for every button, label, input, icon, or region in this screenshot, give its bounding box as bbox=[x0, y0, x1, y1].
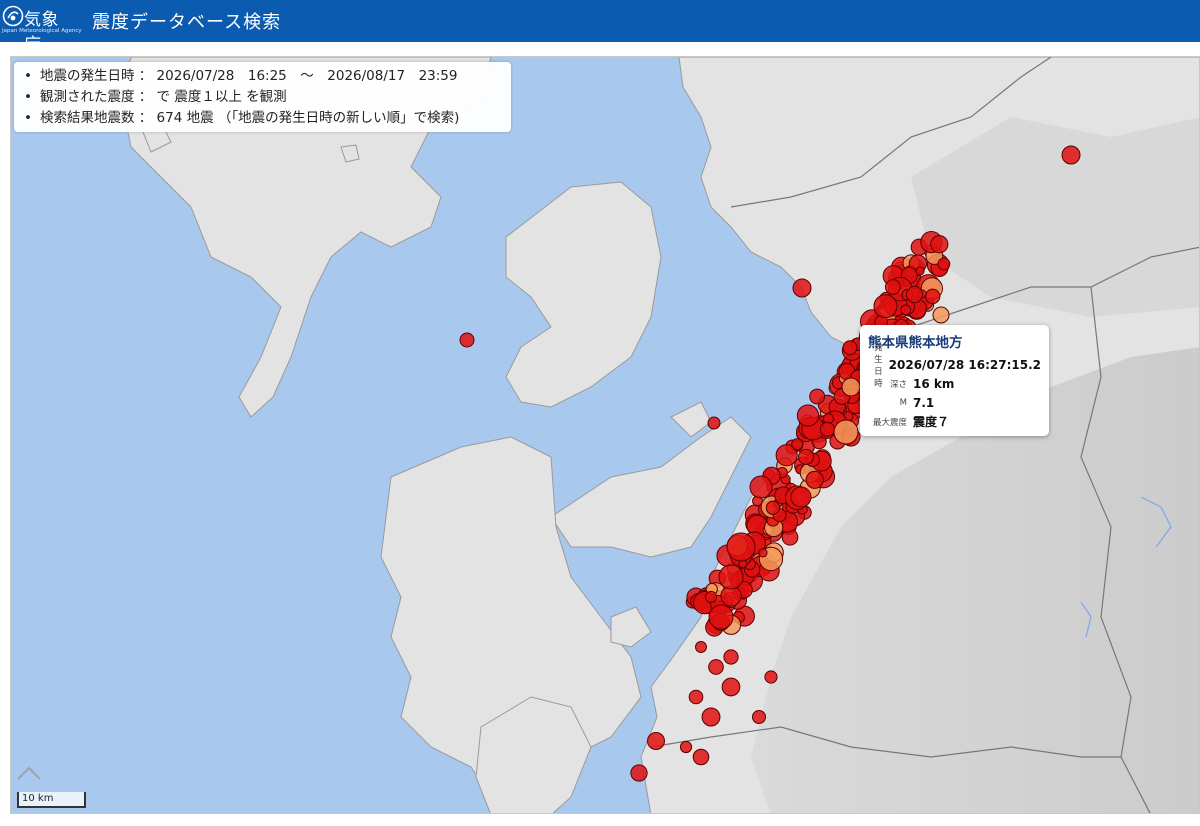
quake-marker[interactable] bbox=[758, 548, 768, 558]
jma-logo-icon bbox=[2, 5, 24, 27]
quake-marker[interactable] bbox=[791, 438, 804, 451]
logo-subtext: Japan Meteorological Agency bbox=[2, 28, 82, 34]
quake-marker[interactable] bbox=[842, 340, 858, 356]
quake-marker[interactable] bbox=[932, 306, 950, 324]
quake-marker[interactable] bbox=[930, 235, 949, 254]
app-header: 気象庁 Japan Meteorological Agency 震度データベース… bbox=[0, 0, 1200, 55]
quake-marker[interactable] bbox=[900, 304, 912, 316]
quake-marker[interactable] bbox=[915, 266, 925, 276]
quake-marker[interactable] bbox=[765, 500, 781, 515]
info-result-count: 検索結果地震数 ： 674 地震 （「地震の発生日時の新しい順」で検索) bbox=[22, 108, 503, 129]
quake-marker[interactable] bbox=[723, 649, 739, 665]
quake-marker[interactable] bbox=[679, 740, 693, 754]
quake-marker[interactable] bbox=[809, 388, 826, 405]
popup-row-depth: 深さ 16 km bbox=[868, 374, 1041, 393]
quake-marker[interactable] bbox=[718, 564, 744, 590]
quake-marker[interactable] bbox=[751, 709, 767, 725]
page-title: 震度データベース検索 bbox=[92, 12, 282, 33]
quake-marker[interactable] bbox=[630, 764, 648, 782]
quake-marker[interactable] bbox=[937, 257, 951, 271]
quake-marker[interactable] bbox=[708, 659, 724, 675]
quake-marker[interactable] bbox=[695, 641, 707, 653]
quake-marker[interactable] bbox=[647, 732, 665, 750]
quake-marker[interactable] bbox=[701, 707, 721, 727]
popup-title: 熊本県熊本地方 bbox=[868, 335, 963, 351]
quake-marker[interactable] bbox=[796, 404, 820, 427]
quake-marker[interactable] bbox=[924, 288, 941, 305]
popup-row-magnitude: M 7.1 bbox=[868, 393, 1041, 412]
popup-row-datetime: 発生日時 2026/07/28 16:27:15.2 bbox=[868, 343, 1041, 389]
quake-marker[interactable] bbox=[841, 377, 861, 397]
quake-marker[interactable] bbox=[884, 279, 901, 295]
quake-marker[interactable] bbox=[833, 419, 859, 445]
quake-marker[interactable] bbox=[1061, 145, 1081, 165]
popup-value: 震度７ bbox=[913, 415, 950, 429]
info-intensity: 観測された震度 ： で 震度１以上 を観測 bbox=[22, 87, 503, 108]
popup-value: 7.1 bbox=[913, 395, 935, 410]
quake-popup[interactable]: 熊本県熊本地方 発生日時 2026/07/28 16:27:15.2 深さ 16… bbox=[860, 325, 1049, 436]
quake-marker[interactable] bbox=[692, 748, 710, 766]
quake-marker[interactable] bbox=[805, 470, 824, 489]
jma-logo[interactable]: 気象庁 Japan Meteorological Agency bbox=[2, 3, 82, 55]
popup-label: 最大震度 bbox=[872, 417, 907, 428]
quake-marker[interactable] bbox=[704, 590, 718, 604]
quake-marker[interactable] bbox=[688, 689, 704, 705]
popup-label: M bbox=[899, 397, 907, 408]
popup-row-intensity: 最大震度 震度７ bbox=[868, 412, 1041, 431]
map-scale-bar: 10 km bbox=[17, 792, 86, 808]
zoom-up-icon[interactable] bbox=[16, 764, 42, 782]
quake-marker[interactable] bbox=[873, 294, 898, 319]
quake-marker[interactable] bbox=[459, 332, 475, 348]
quake-marker[interactable] bbox=[790, 486, 812, 508]
quake-marker[interactable] bbox=[906, 286, 924, 304]
quake-marker[interactable] bbox=[819, 421, 835, 437]
quake-marker[interactable] bbox=[708, 604, 734, 630]
popup-value: 2026/07/28 16:27:15.2 bbox=[888, 357, 1041, 372]
quake-marker[interactable] bbox=[792, 278, 812, 298]
quake-marker[interactable] bbox=[726, 532, 756, 562]
search-info-panel: 地震の発生日時 ： 2026/07/28 16:25 ～ 2026/08/17 … bbox=[14, 62, 511, 132]
quake-marker[interactable] bbox=[764, 670, 778, 684]
quake-marker[interactable] bbox=[798, 448, 815, 465]
popup-value: 16 km bbox=[913, 376, 955, 391]
quake-marker[interactable] bbox=[749, 475, 773, 499]
quake-marker[interactable] bbox=[721, 677, 741, 697]
quake-marker[interactable] bbox=[707, 416, 721, 430]
popup-label: 深さ bbox=[889, 379, 907, 390]
info-period: 地震の発生日時 ： 2026/07/28 16:25 ～ 2026/08/17 … bbox=[22, 66, 503, 87]
